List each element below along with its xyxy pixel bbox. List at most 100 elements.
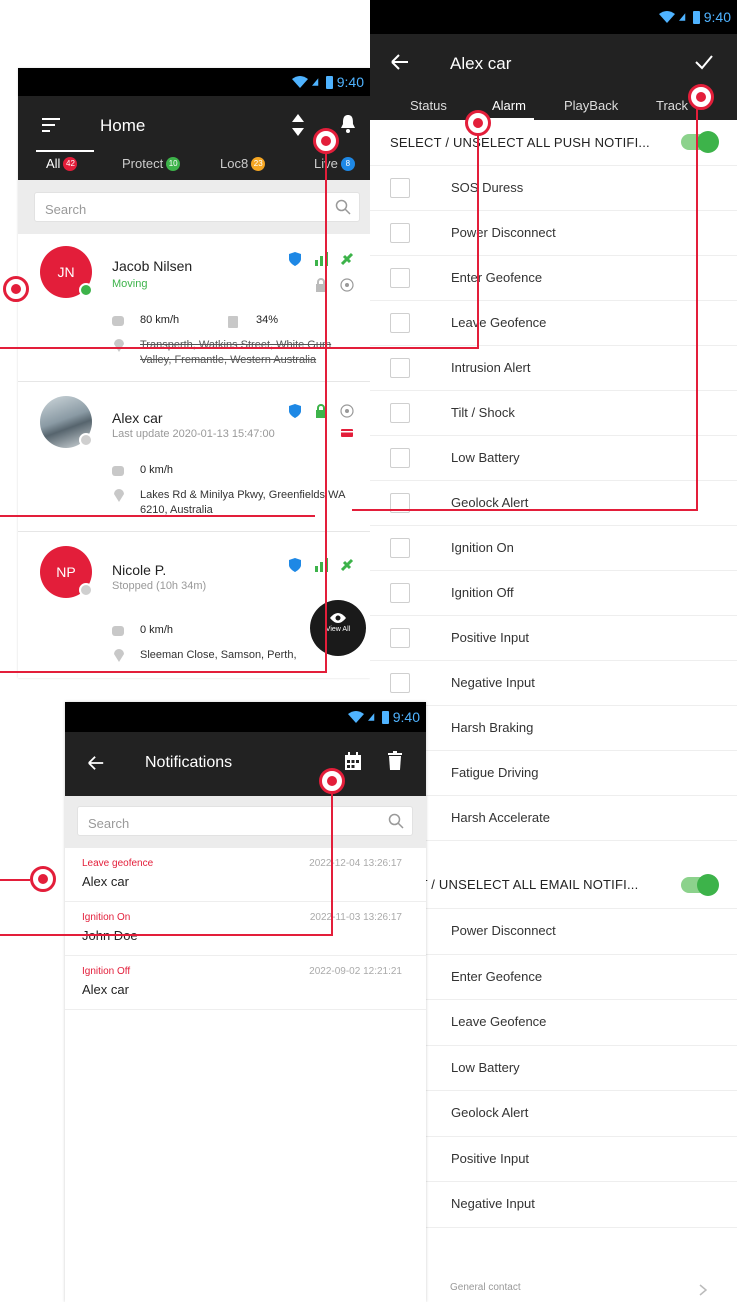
location-pin-icon <box>114 489 124 502</box>
calendar-icon[interactable] <box>345 752 361 770</box>
tab-label: Loc8 <box>220 156 249 171</box>
vehicle-address: Lakes Rd & Minilya Pkwy, Greenfields WA … <box>140 489 345 516</box>
avatar-initials: NP <box>56 564 76 580</box>
search-input[interactable]: Search <box>34 192 360 222</box>
alarm-option-row[interactable]: Leave Geofence <box>370 301 737 346</box>
notification-vehicle: Alex car <box>82 982 129 997</box>
chevron-right-icon[interactable] <box>699 1284 707 1296</box>
notification-item[interactable]: Ignition Off Alex car 2022-09-02 12:21:21 <box>65 956 426 1010</box>
general-contact-label[interactable]: General contact <box>450 1282 521 1293</box>
alarm-option-label: Enter Geofence <box>451 968 543 984</box>
notification-time: 2022-11-03 13:26:17 <box>309 912 402 923</box>
alarm-checkbox[interactable] <box>390 403 410 423</box>
check-icon[interactable] <box>695 54 713 70</box>
alarm-checkbox[interactable] <box>390 673 410 693</box>
alarm-option-label: Ignition Off <box>451 585 514 600</box>
alarm-option-label: Ignition On <box>451 540 514 555</box>
alarm-option-label: Negative Input <box>451 1196 535 1211</box>
toggle-knob <box>697 874 719 896</box>
vehicle-card-jacob[interactable]: JN Jacob Nilsen Moving 80 km/h 34% Trans… <box>18 234 370 382</box>
alarm-checkbox[interactable] <box>390 448 410 468</box>
alarm-option-row[interactable]: Intrusion Alert <box>370 346 737 391</box>
vehicle-status: Last update 2020-01-13 15:47:00 <box>112 428 275 440</box>
push-select-all-toggle[interactable] <box>681 131 719 153</box>
notification-item[interactable]: Leave geofence Alex car 2022-12-04 13:26:1… <box>65 848 426 902</box>
notification-vehicle: Alex car <box>82 874 129 889</box>
back-arrow-icon[interactable] <box>390 52 410 72</box>
tab-alarm[interactable]: Alarm <box>492 98 526 113</box>
search-input[interactable]: Search <box>77 806 413 836</box>
tab-status[interactable]: Status <box>410 98 447 113</box>
alarm-option-row[interactable]: Geolock Alert <box>370 481 737 526</box>
alarm-checkbox[interactable] <box>390 583 410 603</box>
view-all-button[interactable]: View All <box>310 600 366 656</box>
speed-icon <box>112 626 124 636</box>
bell-icon[interactable] <box>340 114 356 134</box>
tab-protect[interactable]: Protect 10 <box>122 156 181 171</box>
back-arrow-icon[interactable] <box>87 754 105 772</box>
alarm-option-row[interactable]: Ignition Off <box>370 571 737 616</box>
email-select-all-label: CT / UNSELECT ALL EMAIL NOTIFI... <box>410 877 639 892</box>
alarm-option-row[interactable]: Enter Geofence <box>370 256 737 301</box>
tab-playback[interactable]: PlayBack <box>564 98 618 113</box>
tab-live[interactable]: Live 8 <box>314 156 355 171</box>
alarm-option-row[interactable]: Positive Input <box>370 616 737 661</box>
vehicle-status: Moving <box>112 278 148 290</box>
alarm-option-row[interactable]: SOS Duress <box>370 166 737 211</box>
push-select-all-row[interactable]: SELECT / UNSELECT ALL PUSH NOTIFI... <box>370 120 737 166</box>
alarm-option-label: Positive Input <box>451 1150 530 1166</box>
menu-icon[interactable] <box>42 118 60 132</box>
email-select-all-toggle[interactable] <box>681 874 719 896</box>
alarm-option-label: Fatigue Driving <box>451 765 539 780</box>
tab-track[interactable]: Track <box>656 98 688 113</box>
target-icon[interactable] <box>340 278 354 292</box>
lock-icon <box>316 278 326 292</box>
notification-item[interactable]: Ignition On John Doe 2022-11-03 13:26:17 <box>65 902 426 956</box>
shield-icon <box>289 558 301 572</box>
search-icon[interactable] <box>388 813 404 829</box>
alarm-option-label: Leave Geofence <box>451 315 547 330</box>
tab-loc8[interactable]: Loc8 23 <box>220 156 266 171</box>
alarm-option-row[interactable]: Low Battery <box>370 436 737 481</box>
target-icon[interactable] <box>340 404 354 418</box>
alarm-option-row[interactable]: Tilt / Shock <box>370 391 737 436</box>
vehicle-card-alex[interactable]: Alex car Last update 2020-01-13 15:47:00… <box>18 384 370 532</box>
tab-all[interactable]: All 42 <box>46 156 78 171</box>
alarm-option-label: Intrusion Alert <box>451 360 531 375</box>
alarm-checkbox[interactable] <box>390 178 410 198</box>
alarm-checkbox[interactable] <box>390 313 410 333</box>
tab-label: Protect <box>122 156 164 171</box>
alarm-checkbox[interactable] <box>390 358 410 378</box>
vehicle-speed: 0 km/h <box>140 624 174 636</box>
notification-time: 2022-12-04 13:26:17 <box>309 858 402 869</box>
speed-icon <box>112 466 124 476</box>
search-icon[interactable] <box>335 199 351 215</box>
callout-marker <box>30 866 56 892</box>
tab-label: Live <box>314 156 338 171</box>
alarm-option-label: Low Battery <box>451 1059 520 1075</box>
alarm-option-row[interactable]: Power Disconnect <box>370 211 737 256</box>
alarm-checkbox[interactable] <box>390 268 410 288</box>
alarm-checkbox[interactable] <box>390 628 410 648</box>
alarm-option-row[interactable]: Negative Input <box>370 661 737 706</box>
sort-icon[interactable] <box>292 114 304 136</box>
speed-icon <box>112 316 124 326</box>
alarm-option-row[interactable]: Ignition On <box>370 526 737 571</box>
shield-icon <box>289 252 301 266</box>
alarm-option-label: Leave Geofence <box>451 1014 547 1029</box>
alarm-option-label: Harsh Braking <box>451 720 534 735</box>
trash-icon[interactable] <box>388 751 402 770</box>
alarm-checkbox[interactable] <box>390 223 410 243</box>
vehicle-name: Nicole P. <box>112 562 167 578</box>
alarm-option-label: SOS Duress <box>451 180 524 195</box>
location-pin-icon <box>114 339 124 352</box>
alarm-checkbox[interactable] <box>390 538 410 558</box>
search-bar-area: Search <box>18 180 370 234</box>
count-badge: 8 <box>340 156 355 171</box>
alarm-option-label: Enter Geofence <box>451 270 543 285</box>
avatar: JN <box>40 246 93 298</box>
callout-marker <box>319 768 345 794</box>
alarm-checkbox[interactable] <box>390 493 410 513</box>
avatar: NP <box>40 546 93 598</box>
battery-level-icon <box>228 316 238 328</box>
